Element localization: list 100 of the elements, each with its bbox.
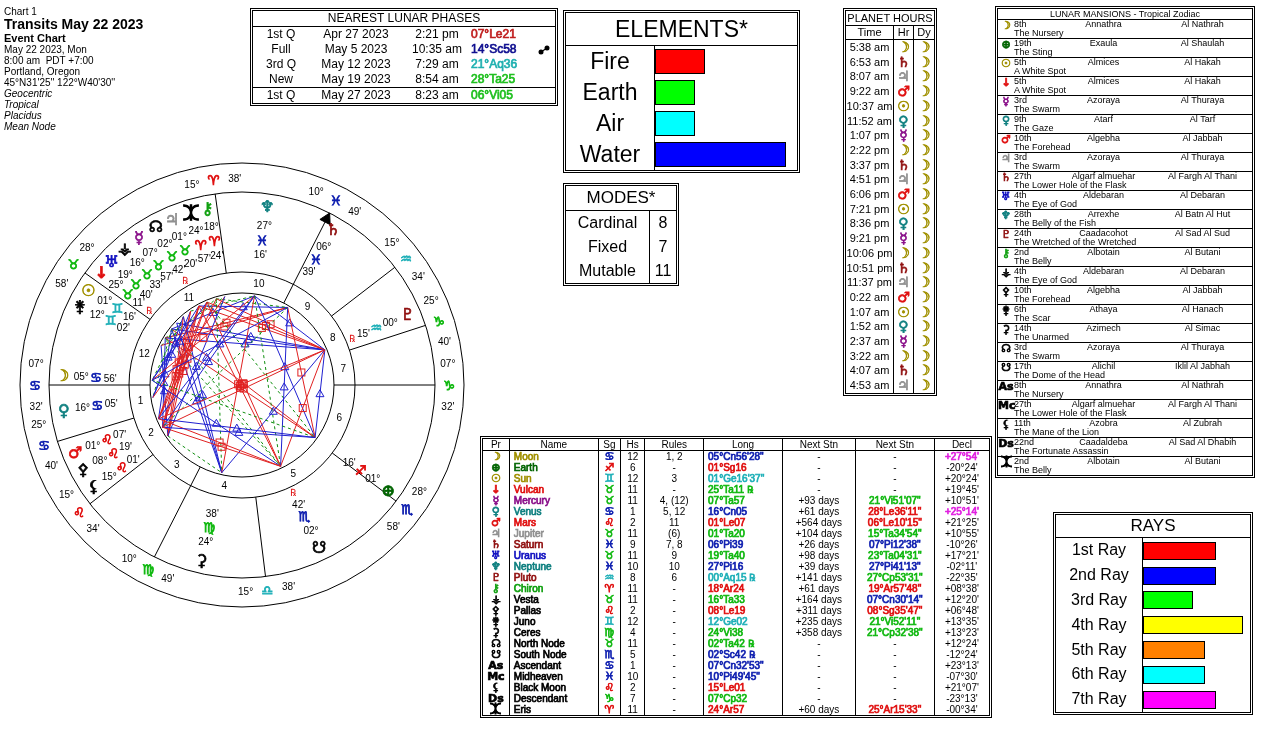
phase-name: New xyxy=(268,72,294,87)
table-cell: 07°Pi12'38" xyxy=(855,539,935,550)
planet-minute: 16' xyxy=(253,248,267,260)
planet-name: Uranus xyxy=(509,550,599,561)
table-cell: +98 days xyxy=(782,550,856,561)
mansion-arabic-name: Al Hakah xyxy=(1183,77,1222,86)
zodiac-sign-glyph: ♉ xyxy=(67,257,80,273)
mansion-number: 4th xyxy=(1014,267,1028,276)
hour-time: 4:07 am xyxy=(848,363,891,379)
planet-minute: 39' xyxy=(302,265,316,277)
table-cell: - xyxy=(644,583,704,594)
chart-type: Event Chart xyxy=(4,32,66,44)
chart-detail: Portland, Oregon xyxy=(4,66,81,77)
planet-degree: 16° xyxy=(75,401,91,413)
planet-minute: 15' xyxy=(357,327,371,339)
table-cell: 7, 8 xyxy=(644,539,704,550)
sign-glyph: ♊ xyxy=(598,616,621,627)
planet-name: Eris xyxy=(509,704,599,715)
mansion-name: Arrexhe xyxy=(1086,210,1121,219)
mansion-number: 6th xyxy=(1014,305,1028,314)
planet-name: North Node xyxy=(509,638,599,649)
sign-glyph: ♉ xyxy=(598,484,621,495)
planet-degree: 01° xyxy=(97,295,113,307)
mode-count: 11 xyxy=(653,261,673,281)
table-cell: 10°Pi49'45" xyxy=(703,671,783,682)
column-header: Time xyxy=(846,26,893,40)
planet-glyph: ♀ xyxy=(893,319,913,335)
phase-position: 07°Le21 xyxy=(471,27,517,42)
mansion-meaning: The Belly xyxy=(1014,466,1053,475)
sign-glyph: ♓ xyxy=(598,671,621,682)
planet-name: Mercury xyxy=(509,495,599,506)
planet-glyph: ♂ xyxy=(1000,134,1012,148)
cusp-minute: 38' xyxy=(282,581,296,593)
mansion-meaning: The Belly xyxy=(1014,257,1053,266)
cusp-degree: 15° xyxy=(58,489,74,501)
planet-minute: 42' xyxy=(292,498,306,510)
retrograde-mark: ℞ xyxy=(145,305,152,317)
table-cell: 02°Ta42 ℞ xyxy=(703,638,783,649)
planet-glyph: ☽ xyxy=(483,450,510,462)
planet-glyph: ☽ xyxy=(893,142,913,158)
sign-glyph: ♓ xyxy=(598,539,621,550)
mansion-arabic-name: Al Thuraya xyxy=(1179,343,1226,352)
planet-glyph: ♄ xyxy=(893,363,913,379)
mansion-number: 22nd xyxy=(1014,438,1036,447)
mansion-arabic-name: Al Fargh Al Thani xyxy=(1167,400,1238,409)
planet-glyph: ☊ xyxy=(1000,343,1012,357)
table-cell: +61 days xyxy=(782,506,856,517)
planet-glyph: ♆ xyxy=(259,197,275,217)
retrograde-mark: ℞ xyxy=(348,333,355,344)
chart-setting: Placidus xyxy=(4,110,42,121)
chart-label: Chart 1 xyxy=(4,6,37,17)
mansion-name: Annathra xyxy=(1084,20,1123,29)
table-cell: 24°Vi38 xyxy=(703,627,783,638)
table-cell: - xyxy=(782,660,856,671)
house-number: 2 xyxy=(148,426,154,438)
table-cell: 6 xyxy=(644,572,704,583)
planet-glyph: ♂ xyxy=(893,84,913,99)
mansion-name: Caadaldeba xyxy=(1078,438,1129,447)
planet-name: Saturn xyxy=(509,539,599,550)
planet-glyph: ♃ xyxy=(893,69,913,85)
mansion-name: Azobra xyxy=(1088,419,1119,428)
mansion-name: Aldebaran xyxy=(1081,267,1125,276)
table-cell: +21°25' xyxy=(934,517,989,528)
hour-time: 2:22 pm xyxy=(848,142,891,158)
mode-label: Fixed xyxy=(566,235,650,259)
zodiac-sign-glyph: ♋ xyxy=(90,369,103,385)
cusp-degree: 07° xyxy=(440,357,456,369)
table-cell: 19°Ta40 xyxy=(703,550,783,561)
planet-glyph: ♂ xyxy=(67,442,83,462)
sign-glyph: ♈ xyxy=(598,704,621,715)
planet-glyph: ☽ xyxy=(913,54,934,70)
retrograde-mark: ℞ xyxy=(290,487,297,498)
table-cell: 02°Sc42 ℞ xyxy=(703,649,783,660)
phase-time: 7:29 am xyxy=(414,57,460,72)
planet-degree: 00° xyxy=(382,316,398,328)
planet-glyph: ☽ xyxy=(1000,20,1012,34)
planet-glyph: ⚶ xyxy=(118,238,132,258)
planet-name: Chiron xyxy=(509,583,599,594)
table-cell: - xyxy=(855,450,935,462)
mansion-meaning: A White Spot xyxy=(1014,67,1068,76)
table-cell: 6 xyxy=(620,462,645,473)
mansion-meaning: The Swarm xyxy=(1014,105,1061,114)
table-cell: 16°Cn05 xyxy=(703,506,783,517)
zodiac-sign-glyph: ♒ xyxy=(370,320,383,336)
planet-degree: 19° xyxy=(117,268,133,280)
sign-glyph: ♋ xyxy=(598,506,621,517)
zodiac-sign-glyph: ♓ xyxy=(256,232,269,248)
chart-detail: 45°N31'25'' 122°W40'30'' xyxy=(4,77,116,88)
sign-glyph: ♉ xyxy=(598,638,621,649)
table-cell: - xyxy=(644,616,704,627)
table-cell: 15°Le01 xyxy=(703,682,783,693)
planet-glyph: ♂ xyxy=(893,289,913,305)
planet-glyph: ☽ xyxy=(913,98,934,114)
phase-date: May 27 2023 xyxy=(320,88,392,103)
table-cell: 11 xyxy=(644,517,704,528)
phase-time: 8:23 am xyxy=(414,88,460,103)
planet-degree: 01° xyxy=(171,231,187,243)
planet-name: Vesta xyxy=(509,594,599,605)
mansion-meaning: The Swarm xyxy=(1014,352,1061,361)
house-number: 4 xyxy=(221,480,227,492)
